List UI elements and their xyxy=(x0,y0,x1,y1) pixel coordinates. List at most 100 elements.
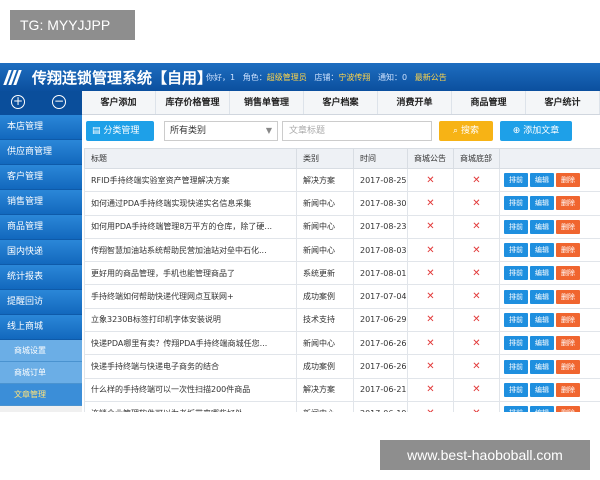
sidebar-subitem-2[interactable]: 文章管理 xyxy=(0,384,82,406)
footer-status-icon[interactable]: ✕ xyxy=(453,191,500,216)
sidebar-item-1[interactable]: 供应商管理 xyxy=(0,140,82,165)
article-title[interactable]: 快递手持终端与快递电子商务的结合 xyxy=(84,354,297,379)
delete-button[interactable]: 删除 xyxy=(556,359,580,374)
nav-tab-3[interactable]: 客户档案 xyxy=(304,91,378,114)
collapse-all-icon[interactable]: − xyxy=(52,95,66,109)
sidebar-item-4[interactable]: 商品管理 xyxy=(0,215,82,240)
notice-count[interactable]: 通知：0 xyxy=(378,73,407,82)
notice-status-icon[interactable]: ✕ xyxy=(407,284,454,309)
sidebar-item-8[interactable]: 线上商城 xyxy=(0,315,82,340)
delete-button[interactable]: 删除 xyxy=(556,243,580,258)
edit-button[interactable]: 编辑 xyxy=(530,312,554,327)
notice-status-icon[interactable]: ✕ xyxy=(407,191,454,216)
add-article-button[interactable]: ⊕ 添加文章 xyxy=(500,121,572,141)
edit-button[interactable]: 编辑 xyxy=(530,196,554,211)
move-top-button[interactable]: 排前 xyxy=(504,382,528,397)
article-title[interactable]: 更好用的商品管理，手机也能管理商品了 xyxy=(84,261,297,286)
move-top-button[interactable]: 排前 xyxy=(504,266,528,281)
sidebar-item-7[interactable]: 提醒回访 xyxy=(0,290,82,315)
edit-button[interactable]: 编辑 xyxy=(530,243,554,258)
sidebar-subitem-1[interactable]: 商城订单 xyxy=(0,362,82,384)
sidebar-toggles: + − xyxy=(0,91,82,115)
delete-button[interactable]: 删除 xyxy=(556,173,580,188)
footer-status-icon[interactable]: ✕ xyxy=(453,377,500,402)
footer-status-icon[interactable]: ✕ xyxy=(453,237,500,263)
move-top-button[interactable]: 排前 xyxy=(504,359,528,374)
edit-button[interactable]: 编辑 xyxy=(530,173,554,188)
edit-button[interactable]: 编辑 xyxy=(530,266,554,281)
article-title[interactable]: 快递PDA哪里有卖？传翔PDA手持终端商城任您... xyxy=(84,331,297,356)
article-title[interactable]: 如何通过PDA手持终端实现快递实名信息采集 xyxy=(84,191,297,216)
delete-button[interactable]: 删除 xyxy=(556,312,580,327)
nav-tab-4[interactable]: 消费开单 xyxy=(378,91,452,114)
search-input[interactable]: 文章标题 xyxy=(282,121,432,141)
footer-status-icon[interactable]: ✕ xyxy=(453,284,500,309)
row-actions: 排前编辑删除 xyxy=(499,167,600,193)
footer-status-icon[interactable]: ✕ xyxy=(453,261,500,286)
delete-button[interactable]: 删除 xyxy=(556,219,580,234)
watermark-bottom-right: www.best-haoboball.com xyxy=(380,440,590,470)
edit-button[interactable]: 编辑 xyxy=(530,406,554,412)
delete-button[interactable]: 删除 xyxy=(556,289,580,304)
notice-status-icon[interactable]: ✕ xyxy=(407,377,454,402)
delete-button[interactable]: 删除 xyxy=(556,196,580,211)
nav-tab-5[interactable]: 商品管理 xyxy=(452,91,526,114)
sidebar-item-5[interactable]: 国内快递 xyxy=(0,240,82,265)
delete-button[interactable]: 删除 xyxy=(556,336,580,351)
nav-tab-1[interactable]: 库存价格管理 xyxy=(156,91,230,114)
notice-status-icon[interactable]: ✕ xyxy=(407,354,454,379)
category-select[interactable]: 所有类别 ▼ xyxy=(164,121,278,141)
move-top-button[interactable]: 排前 xyxy=(504,289,528,304)
move-top-button[interactable]: 排前 xyxy=(504,336,528,351)
notice-status-icon[interactable]: ✕ xyxy=(407,237,454,263)
notice-status-icon[interactable]: ✕ xyxy=(407,214,454,239)
notice-status-icon[interactable]: ✕ xyxy=(407,400,454,412)
article-title[interactable]: RFID手持终端实验室资产管理解决方案 xyxy=(84,167,297,193)
notice-status-icon[interactable]: ✕ xyxy=(407,307,454,333)
edit-button[interactable]: 编辑 xyxy=(530,382,554,397)
footer-status-icon[interactable]: ✕ xyxy=(453,307,500,333)
move-top-button[interactable]: 排前 xyxy=(504,173,528,188)
search-button[interactable]: ⌕ 搜索 xyxy=(439,121,493,141)
move-top-button[interactable]: 排前 xyxy=(504,219,528,234)
edit-button[interactable]: 编辑 xyxy=(530,359,554,374)
edit-button[interactable]: 编辑 xyxy=(530,336,554,351)
notice-status-icon[interactable]: ✕ xyxy=(407,331,454,356)
move-top-button[interactable]: 排前 xyxy=(504,406,528,412)
sidebar-item-2[interactable]: 客户管理 xyxy=(0,165,82,190)
table-row: 传翔智慧加油站系统帮助民营加油站对垒中石化... 新闻中心 2017-08-03 ✕ ✕… xyxy=(84,237,600,263)
edit-button[interactable]: 编辑 xyxy=(530,289,554,304)
article-title[interactable]: 连锁企业管理软件可以为老板带来哪些好处 xyxy=(84,400,297,412)
expand-all-icon[interactable]: + xyxy=(11,95,25,109)
footer-status-icon[interactable]: ✕ xyxy=(453,400,500,412)
delete-button[interactable]: 删除 xyxy=(556,266,580,281)
article-title[interactable]: 手持终端如何帮助快递代理网点互联网+ xyxy=(84,284,297,309)
latest-notice-link[interactable]: 最新公告 xyxy=(415,73,447,82)
delete-button[interactable]: 删除 xyxy=(556,382,580,397)
notice-status-icon[interactable]: ✕ xyxy=(407,167,454,193)
sidebar-subitem-0[interactable]: 商城设置 xyxy=(0,340,82,362)
article-title[interactable]: 传翔智慧加油站系统帮助民营加油站对垒中石化... xyxy=(84,237,297,263)
nav-tab-6[interactable]: 客户统计 xyxy=(526,91,600,114)
delete-button[interactable]: 删除 xyxy=(556,406,580,412)
sidebar-item-3[interactable]: 销售管理 xyxy=(0,190,82,215)
sidebar-item-0[interactable]: 本店管理 xyxy=(0,115,82,140)
move-top-button[interactable]: 排前 xyxy=(504,196,528,211)
edit-button[interactable]: 编辑 xyxy=(530,219,554,234)
footer-status-icon[interactable]: ✕ xyxy=(453,167,500,193)
article-date: 2017-06-26 xyxy=(353,331,408,356)
notice-status-icon[interactable]: ✕ xyxy=(407,261,454,286)
move-top-button[interactable]: 排前 xyxy=(504,312,528,327)
footer-status-icon[interactable]: ✕ xyxy=(453,354,500,379)
article-title[interactable]: 如何用PDA手持终端管理8万平方的仓库，除了硬... xyxy=(84,214,297,239)
move-top-button[interactable]: 排前 xyxy=(504,243,528,258)
article-category: 解决方案 xyxy=(296,167,354,193)
nav-tab-0[interactable]: 客户添加 xyxy=(82,91,156,114)
article-title[interactable]: 什么样的手持终端可以一次性扫描200件商品 xyxy=(84,377,297,402)
category-manage-button[interactable]: ▤ 分类管理 xyxy=(86,121,154,141)
article-title[interactable]: 立象3230B标签打印机字体安装说明 xyxy=(84,307,297,333)
footer-status-icon[interactable]: ✕ xyxy=(453,331,500,356)
nav-tab-2[interactable]: 销售单管理 xyxy=(230,91,304,114)
footer-status-icon[interactable]: ✕ xyxy=(453,214,500,239)
sidebar-item-6[interactable]: 统计报表 xyxy=(0,265,82,290)
